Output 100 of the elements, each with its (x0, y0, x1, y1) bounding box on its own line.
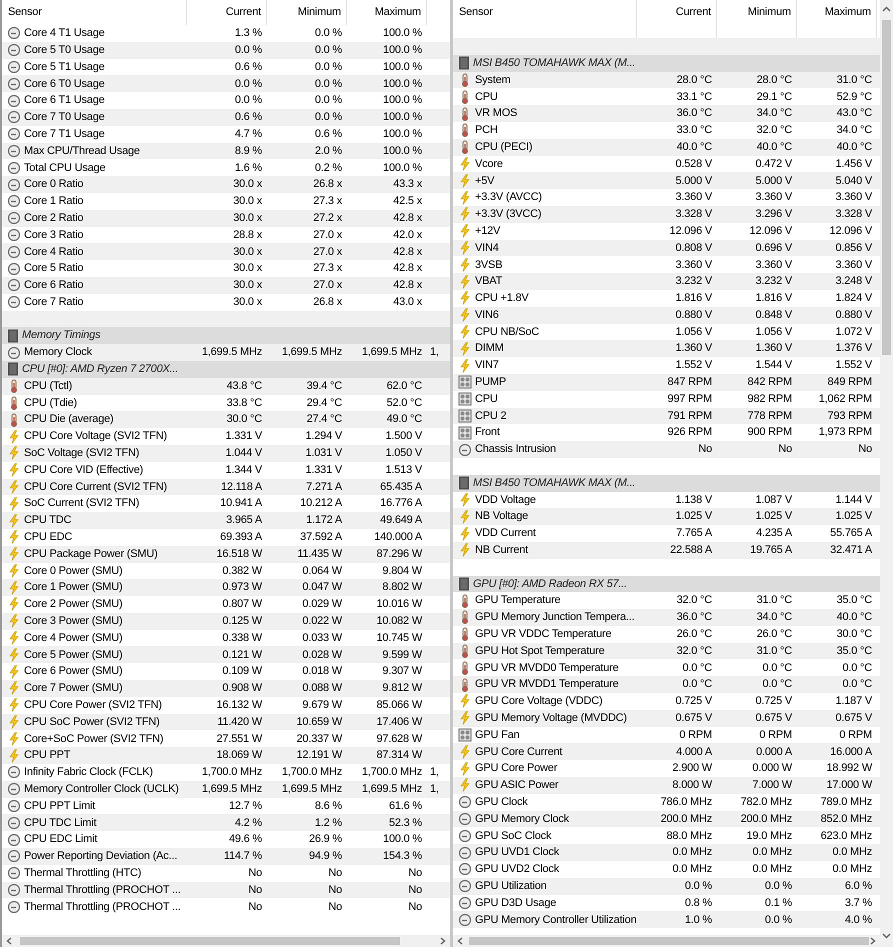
sensor-row[interactable]: CPU TDC Limit 4.2 % 1.2 % 52.3 % (2, 814, 450, 832)
table-cell-text: 16.776 A (379, 496, 423, 512)
sensor-row[interactable]: Core 4 Ratio 30.0 x 27.0 x 42.8 x (2, 243, 450, 260)
table-cell-text: 1,699.5 MHz (280, 782, 343, 797)
table-cell-text: 33.0 °C (676, 123, 713, 138)
sensor-row[interactable]: Chassis Intrusion No No No (453, 441, 880, 458)
sensor-row[interactable]: GPU Hot Spot Temperature 32.0 °C 31.0 °C 35.0 °C (453, 642, 880, 660)
scroll-right-icon[interactable] (870, 937, 876, 945)
horizontal-scrollbar[interactable] (453, 935, 880, 947)
sensor-row[interactable]: GPU ASIC Power 8.000 W 7.000 W 17.000 W (453, 777, 880, 794)
group-row[interactable]: MSI B450 TOMAHAWK MAX (M... (453, 474, 880, 492)
table-cell-text: 42.5 x (392, 194, 423, 210)
sensor-row[interactable]: CPU Core VID (Effective) 1.344 V 1.331 V 1.513 V (2, 462, 450, 479)
sensor-row[interactable]: CPU 997 RPM 982 RPM 1,062 RPM (453, 390, 880, 408)
sensor-row[interactable]: GPU D3D Usage 0.8 % 0.1 % 3.7 % (453, 894, 880, 912)
scroll-left-icon[interactable] (6, 937, 12, 945)
sensor-row[interactable]: Core 3 Power (SMU) 0.125 W 0.022 W 10.082 W (2, 612, 450, 630)
sensor-row[interactable]: Power Reporting Deviation (Ac... 114.7 % 94.9 % 154.3 % (2, 848, 450, 865)
sensor-row[interactable]: Core 0 Ratio 30.0 x 26.8 x 43.3 x (2, 176, 450, 193)
table-cell-text: 2.900 W (671, 761, 713, 776)
scroll-up-icon[interactable] (882, 6, 891, 12)
sensor-row[interactable]: GPU Memory Voltage (MVDDC) 0.675 V 0.675 V 0.675 V (453, 710, 880, 727)
sensor-name: +3.3V (AVCC) (475, 190, 542, 206)
sensor-row[interactable]: Core 1 Power (SMU) 0.973 W 0.047 W 8.802 W (2, 579, 450, 596)
sensor-row[interactable]: GPU Memory Controller Utilization 1.0 % 0.0 % 4.0 % (453, 911, 880, 928)
sensor-row[interactable]: GPU Fan 0 RPM 0 RPM 0 RPM (453, 726, 880, 744)
sensor-row[interactable]: CPU (Tctl) 43.8 °C 39.4 °C 62.0 °C (2, 378, 450, 395)
vertical-scrollbar[interactable] (880, 0, 893, 947)
sensor-row[interactable]: CPU (Tdie) 33.8 °C 29.4 °C 52.0 °C (2, 394, 450, 412)
sensor-row[interactable]: CPU TDC 3.965 A 1.172 A 49.649 A (2, 512, 450, 529)
sensor-row[interactable]: Vcore 0.528 V 0.472 V 1.456 V (453, 156, 880, 172)
sensor-row[interactable]: PUMP 847 RPM 842 RPM 849 RPM (453, 374, 880, 391)
sensor-row[interactable]: CPU Die (average) 30.0 °C 27.4 °C 49.0 °C (2, 411, 450, 428)
table-cell-text: 12.118 A (220, 480, 263, 495)
sensor-row[interactable]: GPU Memory Junction Tempera... 36.0 °C 34.0 °C 40.0 °C (453, 609, 880, 626)
sensor-row[interactable]: CPU PPT Limit 12.7 % 8.6 % 61.6 % (2, 798, 450, 814)
sensor-row[interactable]: Core 2 Ratio 30.0 x 27.2 x 42.8 x (2, 210, 450, 227)
sensor-row[interactable]: Core 5 T0 Usage 0.0 % 0.0 % 100.0 % (2, 42, 450, 59)
sensor-row[interactable]: Core 7 Power (SMU) 0.908 W 0.088 W 9.812 W (2, 680, 450, 697)
sensor-row[interactable]: CPU Core Current (SVI2 TFN) 12.118 A 7.271 A 65.435 A (2, 478, 450, 496)
sensor-row[interactable]: CPU SoC Power (SVI2 TFN) 11.420 W 10.659 W 17.406 W (2, 714, 450, 730)
group-row[interactable]: GPU [#0]: AMD Radeon RX 57... (453, 576, 880, 592)
table-cell-text: 3.360 V (834, 190, 873, 206)
sensor-row[interactable]: SoC Voltage (SVI2 TFN) 1.044 V 1.031 V 1.050 V (2, 444, 450, 462)
sensor-row[interactable]: DIMM 1.360 V 1.360 V 1.376 V (453, 340, 880, 358)
sensor-row[interactable]: Core+SoC Power (SVI2 TFN) 27.551 W 20.337 W 97.628 W (2, 730, 450, 748)
sensor-row[interactable]: CPU Package Power (SMU) 16.518 W 11.435 W 87.296 W (2, 546, 450, 562)
scrollbar-thumb[interactable] (882, 20, 891, 355)
sensor-row[interactable]: VIN6 0.880 V 0.848 V 0.880 V (453, 306, 880, 324)
sensor-row[interactable]: Core 4 Power (SMU) 0.338 W 0.033 W 10.745 W (2, 630, 450, 646)
sensor-row[interactable]: GPU VR MVDD1 Temperature 0.0 °C 0.0 °C 0.0 °C (453, 676, 880, 694)
scrollbar-thumb[interactable] (20, 937, 400, 945)
scroll-left-icon[interactable] (457, 937, 463, 945)
scroll-down-icon[interactable] (882, 933, 891, 939)
sensor-row[interactable]: CPU (PECI) 40.0 °C 40.0 °C 40.0 °C (453, 138, 880, 156)
horizontal-scrollbar[interactable] (2, 935, 450, 947)
sensor-row[interactable]: System 28.0 °C 28.0 °C 31.0 °C (453, 72, 880, 88)
sensor-row[interactable]: GPU Utilization 0.0 % 0.0 % 6.0 % (453, 878, 880, 895)
group-row[interactable]: Memory Timings (2, 327, 450, 344)
sensor-row[interactable]: Core 0 Power (SMU) 0.382 W 0.064 W 9.804 W (2, 562, 450, 580)
sensor-row[interactable]: VDD Voltage 1.138 V 1.087 V 1.144 V (453, 492, 880, 508)
sensor-row[interactable]: Core 7 T0 Usage 0.6 % 0.0 % 100.0 % (2, 108, 450, 126)
table-cell-text: 1.025 V (674, 509, 713, 524)
sensor-row[interactable]: GPU UVD1 Clock 0.0 MHz 0.0 MHz 0.0 MHz (453, 844, 880, 862)
sensor-row[interactable]: CPU PPT 18.069 W 12.191 W 87.314 W (2, 747, 450, 764)
table-cell-text: 34.0 °C (756, 610, 793, 626)
sensor-row[interactable]: Thermal Throttling (PROCHOT ... No No No (2, 882, 450, 898)
sensor-row[interactable]: NB Current 22.588 A 19.765 A 32.471 A (453, 542, 880, 559)
sensor-row[interactable]: CPU 2 791 RPM 778 RPM 793 RPM (453, 408, 880, 424)
sensor-row[interactable]: +3.3V (3VCC) 3.328 V 3.296 V 3.328 V (453, 206, 880, 223)
scroll-right-icon[interactable] (440, 937, 446, 945)
group-row[interactable]: CPU [#0]: AMD Ryzen 7 2700X... (2, 360, 450, 378)
sensor-name: Core 0 Power (SMU) (24, 564, 122, 579)
table-cell-text: 9.679 W (301, 698, 343, 714)
sensor-row[interactable]: Core 6 T0 Usage 0.0 % 0.0 % 100.0 % (2, 75, 450, 92)
sensor-row[interactable]: Max CPU/Thread Usage 8.9 % 2.0 % 100.0 % (2, 142, 450, 160)
sensor-row[interactable]: VIN4 0.808 V 0.696 V 0.856 V (453, 240, 880, 256)
sensor-row[interactable]: GPU Core Current 4.000 A 0.000 A 16.000 A (453, 743, 880, 760)
sensor-row[interactable]: GPU SoC Clock 88.0 MHz 19.0 MHz 623.0 MHz (453, 827, 880, 844)
sensor-name: Core 1 Ratio (24, 194, 84, 210)
sensor-row[interactable]: Core 3 Ratio 28.8 x 27.0 x 42.0 x (2, 226, 450, 244)
sensor-row[interactable]: VR MOS 36.0 °C 34.0 °C 43.0 °C (453, 105, 880, 122)
sensor-row[interactable]: NB Voltage 1.025 V 1.025 V 1.025 V (453, 508, 880, 526)
sensor-row[interactable]: GPU Memory Clock 200.0 MHz 200.0 MHz 852.0 MHz (453, 810, 880, 828)
table-cell-text: No (327, 900, 343, 915)
sensor-name: Chassis Intrusion (475, 442, 556, 458)
sensor-row[interactable]: Core 5 Power (SMU) 0.121 W 0.028 W 9.599 W (2, 646, 450, 664)
table-cell-text: 0.0 % (684, 878, 713, 894)
sensor-row[interactable]: VBAT 3.232 V 3.232 V 3.248 V (453, 273, 880, 290)
sensor-row[interactable]: +5V 5.000 V 5.000 V 5.040 V (453, 172, 880, 190)
sensor-row[interactable]: Memory Controller Clock (UCLK) 1,699.5 MHz 1,699.5 MHz 1,699.5 MHz 1, (2, 780, 450, 798)
table-cell-text: 0.0 MHz (671, 845, 713, 860)
sensor-row[interactable]: GPU VR MVDD0 Temperature 0.0 °C 0.0 °C 0.0 °C (453, 659, 880, 676)
sensor-row[interactable]: Memory Clock 1,699.5 MHz 1,699.5 MHz 1,699.5 MHz 1, (2, 344, 450, 361)
sensor-name: Thermal Throttling (PROCHOT ... (24, 882, 181, 898)
sensor-row[interactable]: Core 6 Ratio 30.0 x 27.0 x 42.8 x (2, 276, 450, 294)
sensor-row[interactable]: Core 5 T1 Usage 0.6 % 0.0 % 100.0 % (2, 58, 450, 76)
scrollbar-thumb[interactable] (469, 937, 869, 945)
sensor-row[interactable]: CPU NB/SoC 1.056 V 1.056 V 1.072 V (453, 324, 880, 340)
group-row[interactable]: MSI B450 TOMAHAWK MAX (M... (453, 54, 880, 72)
